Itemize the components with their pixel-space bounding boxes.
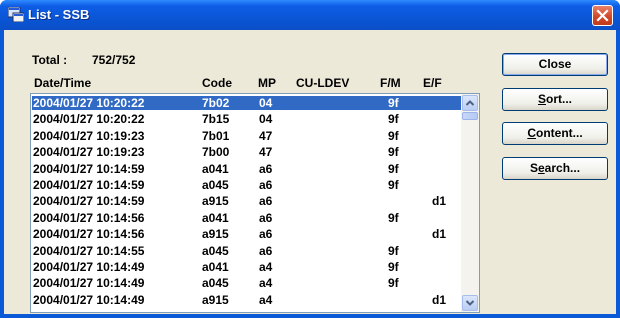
cell-mp: a6 (259, 243, 273, 258)
scroll-down-arrow-icon (465, 300, 475, 306)
column-header-datetime: Date/Time (34, 76, 92, 90)
cell-mp: a6 (259, 161, 273, 176)
list-row[interactable]: 2004/01/27 10:20:22 7b15 04 9f (32, 112, 461, 126)
cell-fm: 9f (388, 96, 399, 110)
column-header-code: Code (202, 76, 232, 90)
cell-datetime: 2004/01/27 10:19:23 (33, 128, 145, 143)
cell-code: a915 (202, 227, 229, 242)
close-button[interactable]: Close (502, 53, 608, 76)
cell-code: a915 (202, 194, 229, 209)
content-button-label: Content... (527, 126, 583, 140)
cell-datetime: 2004/01/27 10:14:56 (33, 227, 145, 242)
cell-datetime: 2004/01/27 10:19:23 (33, 145, 145, 160)
search-button[interactable]: Search... (502, 157, 608, 180)
list-row[interactable]: 2004/01/27 10:14:49 a041 a4 9f (32, 260, 461, 274)
list-row[interactable]: 2004/01/27 10:14:49 a915 a4 d1 (32, 293, 461, 307)
cell-code: 7b02 (202, 96, 230, 110)
column-header-mp: MP (258, 76, 276, 90)
cell-code: a915 (202, 292, 229, 307)
list-row[interactable]: 2004/01/27 10:14:59 a915 a6 d1 (32, 194, 461, 208)
scroll-up-arrow-icon (465, 100, 475, 106)
cell-code: a045 (202, 276, 229, 291)
cell-fm: 9f (388, 276, 399, 291)
cell-mp: 04 (259, 112, 273, 127)
cell-code: a045 (202, 178, 229, 192)
scroll-up-button[interactable] (462, 95, 478, 111)
cell-ef: d1 (432, 227, 447, 242)
cell-datetime: 2004/01/27 10:20:22 (33, 96, 145, 110)
cell-mp: a4 (259, 260, 273, 274)
sort-button[interactable]: Sort... (502, 88, 608, 111)
total-label: Total : (32, 53, 68, 67)
column-header-ef: E/F (423, 76, 442, 90)
cell-mp: a6 (259, 178, 273, 192)
cell-datetime: 2004/01/27 10:14:49 (33, 292, 145, 307)
cell-ef: d1 (432, 292, 447, 307)
cell-fm: 9f (388, 112, 399, 127)
list-row[interactable]: 2004/01/27 10:19:23 7b00 47 9f (32, 145, 461, 159)
list-window: List - SSB Total : 752/752 Date/Time Code… (0, 0, 620, 318)
cell-datetime: 2004/01/27 10:14:59 (33, 161, 145, 176)
list-row[interactable]: 2004/01/27 10:14:56 a041 a6 9f (32, 211, 461, 225)
window-title: List - SSB (28, 7, 90, 22)
cell-datetime: 2004/01/27 10:14:59 (33, 194, 145, 209)
column-header-fm: F/M (380, 76, 401, 90)
cell-code: a041 (202, 210, 229, 225)
cell-mp: a4 (259, 292, 273, 307)
search-button-label: Search... (529, 161, 581, 175)
total-summary: Total : 752/752 (32, 53, 135, 67)
scroll-down-button[interactable] (462, 295, 478, 311)
cell-mp: 04 (259, 96, 273, 110)
cell-mp: a4 (259, 276, 273, 291)
cell-datetime: 2004/01/27 10:20:22 (33, 112, 145, 127)
cell-datetime: 2004/01/27 10:14:49 (33, 260, 145, 274)
cell-fm: 9f (388, 145, 399, 160)
cell-fm: 9f (388, 128, 399, 143)
cell-mp: a6 (259, 227, 273, 242)
title-bar[interactable]: List - SSB (0, 0, 620, 30)
cell-code: a041 (202, 260, 229, 274)
cell-mp: 47 (259, 128, 273, 143)
content-button[interactable]: Content... (502, 122, 608, 145)
cell-mp: a6 (259, 210, 273, 225)
cell-datetime: 2004/01/27 10:14:59 (33, 178, 145, 192)
cell-code: 7b00 (202, 145, 230, 160)
cell-mp: a6 (259, 194, 273, 209)
cell-fm: 9f (388, 178, 399, 192)
total-value: 752/752 (92, 53, 136, 67)
app-window-icon (8, 7, 24, 22)
scroll-thumb[interactable] (462, 112, 478, 120)
cell-fm: 9f (388, 161, 399, 176)
cell-code: 7b01 (202, 128, 230, 143)
cell-code: a041 (202, 161, 229, 176)
cell-code: a045 (202, 243, 229, 258)
cell-fm: 9f (388, 243, 399, 258)
cell-fm: 9f (388, 260, 399, 274)
cell-fm: 9f (388, 210, 399, 225)
cell-code: 7b15 (202, 112, 230, 127)
cell-datetime: 2004/01/27 10:14:49 (33, 276, 145, 291)
list-row[interactable]: 2004/01/27 10:14:55 a045 a6 9f (32, 244, 461, 258)
close-icon (596, 9, 609, 22)
cell-datetime: 2004/01/27 10:14:55 (33, 243, 145, 258)
list-row[interactable]: 2004/01/27 10:20:22 7b02 04 9f (32, 96, 461, 110)
list-row[interactable]: 2004/01/27 10:19:23 7b01 47 9f (32, 129, 461, 143)
list-row[interactable]: 2004/01/27 10:14:56 a915 a6 d1 (32, 227, 461, 241)
close-window-button[interactable] (592, 5, 613, 26)
list-row[interactable]: 2004/01/27 10:14:59 a041 a6 9f (32, 162, 461, 176)
close-button-label: Close (538, 57, 572, 71)
log-list[interactable]: 2004/01/27 10:20:22 7b02 04 9f 2004/01/27 10… (30, 93, 480, 313)
column-header-cu-ldev: CU-LDEV (296, 76, 350, 90)
cell-ef: d1 (432, 194, 447, 209)
cell-mp: 47 (259, 145, 273, 160)
sort-button-label: Sort... (537, 92, 572, 106)
list-row[interactable]: 2004/01/27 10:14:49 a045 a4 9f (32, 276, 461, 290)
cell-datetime: 2004/01/27 10:14:56 (33, 210, 145, 225)
dialog-body: Total : 752/752 Date/Time Code MP CU-LDEV… (4, 30, 616, 314)
list-row[interactable]: 2004/01/27 10:14:59 a045 a6 9f (32, 178, 461, 192)
vertical-scrollbar[interactable] (461, 94, 479, 312)
